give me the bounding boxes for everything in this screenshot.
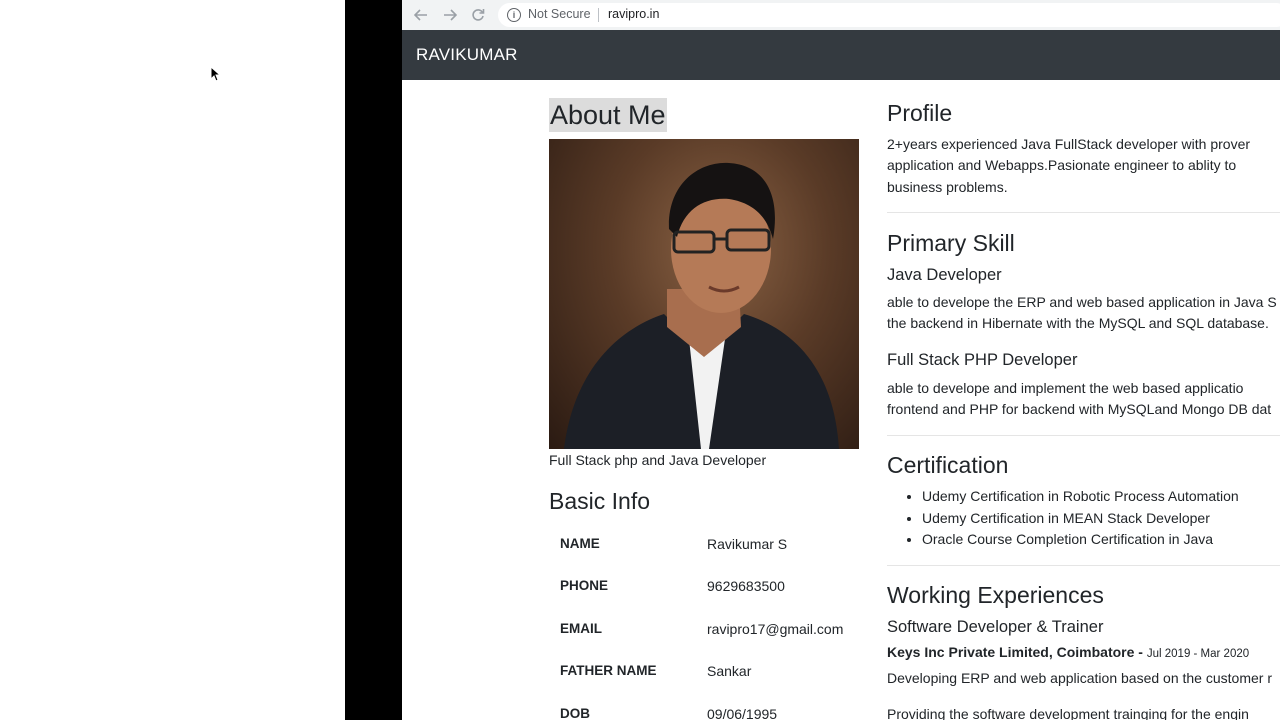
info-value: ravipro17@gmail.com <box>707 621 844 637</box>
certification-list: Udemy Certification in Robotic Process A… <box>887 486 1239 551</box>
profile-line: business problems. <box>887 179 1008 195</box>
reload-icon[interactable] <box>468 5 488 25</box>
experience-heading: Working Experiences <box>887 582 1104 608</box>
back-arrow-icon[interactable] <box>411 5 431 25</box>
info-row-father-name: FATHER NAME Sankar <box>549 657 869 699</box>
skill-title-php: Full Stack PHP Developer <box>887 351 1078 369</box>
info-row-phone: PHONE 9629683500 <box>549 572 869 614</box>
info-value: 9629683500 <box>707 578 785 594</box>
info-value: Sankar <box>707 663 752 679</box>
navbar-brand[interactable]: RAVIKUMAR <box>416 45 518 65</box>
desktop-blank-area <box>0 0 345 720</box>
info-label: EMAIL <box>560 621 602 636</box>
experience-line: Developing ERP and web application based… <box>887 670 1272 686</box>
skill-line: able to develope and implement the web b… <box>887 380 1244 396</box>
section-divider <box>887 212 1280 213</box>
info-label: FATHER NAME <box>560 663 657 678</box>
skill-line: able to develope the ERP and web based a… <box>887 294 1277 310</box>
address-bar[interactable]: i Not Secure ravipro.in <box>498 3 1280 27</box>
experience-line: Providing the software development train… <box>887 706 1249 720</box>
site-navbar: RAVIKUMAR <box>402 30 1280 80</box>
info-row-name: NAME Ravikumar S <box>549 530 869 572</box>
list-item: Udemy Certification in MEAN Stack Develo… <box>922 508 1239 530</box>
section-divider <box>887 565 1280 566</box>
primary-skill-heading: Primary Skill <box>887 230 1015 256</box>
info-value: Ravikumar S <box>707 536 788 552</box>
basic-info-heading: Basic Info <box>549 488 650 514</box>
experience-dates: Jul 2019 - Mar 2020 <box>1146 648 1250 660</box>
security-label[interactable]: Not Secure <box>528 7 591 21</box>
profile-photo <box>549 139 859 449</box>
profile-line: application and Webapps.Pasionate engine… <box>887 157 1237 173</box>
address-separator <box>598 8 599 22</box>
info-value: 09/06/1995 <box>707 706 778 720</box>
company-name: Keys Inc Private Limited, Coimbatore - <box>887 644 1143 660</box>
list-item: Oracle Course Completion Certification i… <box>922 529 1239 551</box>
profile-line: 2+years experienced Java FullStack devel… <box>887 136 1251 152</box>
window-divider <box>345 0 402 720</box>
url-text[interactable]: ravipro.in <box>608 7 659 21</box>
profile-heading: Profile <box>887 100 953 126</box>
experience-company-line: Keys Inc Private Limited, Coimbatore - J… <box>887 644 1249 660</box>
info-label: PHONE <box>560 578 609 593</box>
skill-title-java: Java Developer <box>887 266 1002 284</box>
experience-role: Software Developer & Trainer <box>887 618 1104 636</box>
section-divider <box>887 435 1280 436</box>
skill-line: the backend in Hibernate with the MySQL … <box>887 315 1269 331</box>
info-label: DOB <box>560 706 590 720</box>
browser-window: i Not Secure ravipro.in RAVIKUMAR About … <box>402 0 1280 720</box>
info-label: NAME <box>560 536 600 551</box>
info-row-email: EMAIL ravipro17@gmail.com <box>549 615 869 657</box>
info-icon[interactable]: i <box>507 8 521 22</box>
skill-line: frontend and PHP for backend with MySQLa… <box>887 401 1272 417</box>
browser-toolbar: i Not Secure ravipro.in <box>402 0 1280 30</box>
certification-heading: Certification <box>887 452 1009 478</box>
forward-arrow-icon[interactable] <box>440 5 460 25</box>
about-heading: About Me <box>549 98 667 132</box>
list-item: Udemy Certification in Robotic Process A… <box>922 486 1239 508</box>
info-row-dob: DOB 09/06/1995 <box>549 700 869 720</box>
photo-caption: Full Stack php and Java Developer <box>549 452 767 468</box>
